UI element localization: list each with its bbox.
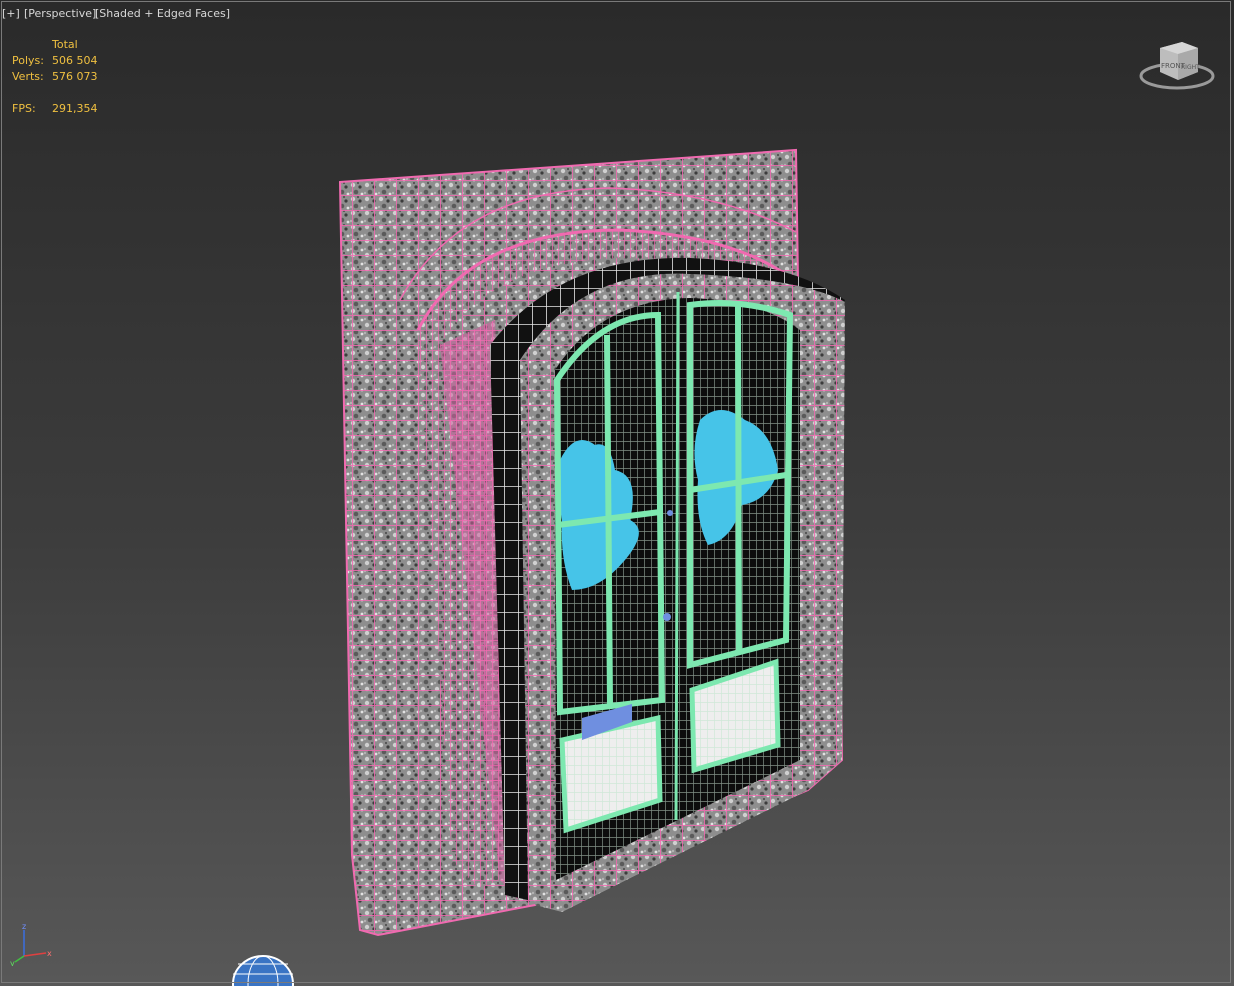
perspective-viewport[interactable]: [+] [Perspective] [Shaded + Edged Faces]… <box>0 0 1234 986</box>
nav-sphere-icon[interactable] <box>228 952 298 986</box>
axis-z-label: z <box>22 922 26 931</box>
viewcube-right-label[interactable]: RIGHT <box>1181 64 1200 71</box>
axis-x-label: x <box>47 949 52 958</box>
door-handle-right <box>667 510 673 516</box>
axis-tripod-icon: z x y <box>10 922 52 966</box>
door-model-scene[interactable] <box>0 0 1234 986</box>
axis-y-label: y <box>10 959 15 966</box>
viewcube-icon[interactable]: FRONT RIGHT <box>1138 38 1216 94</box>
door-handle-left <box>663 613 671 621</box>
